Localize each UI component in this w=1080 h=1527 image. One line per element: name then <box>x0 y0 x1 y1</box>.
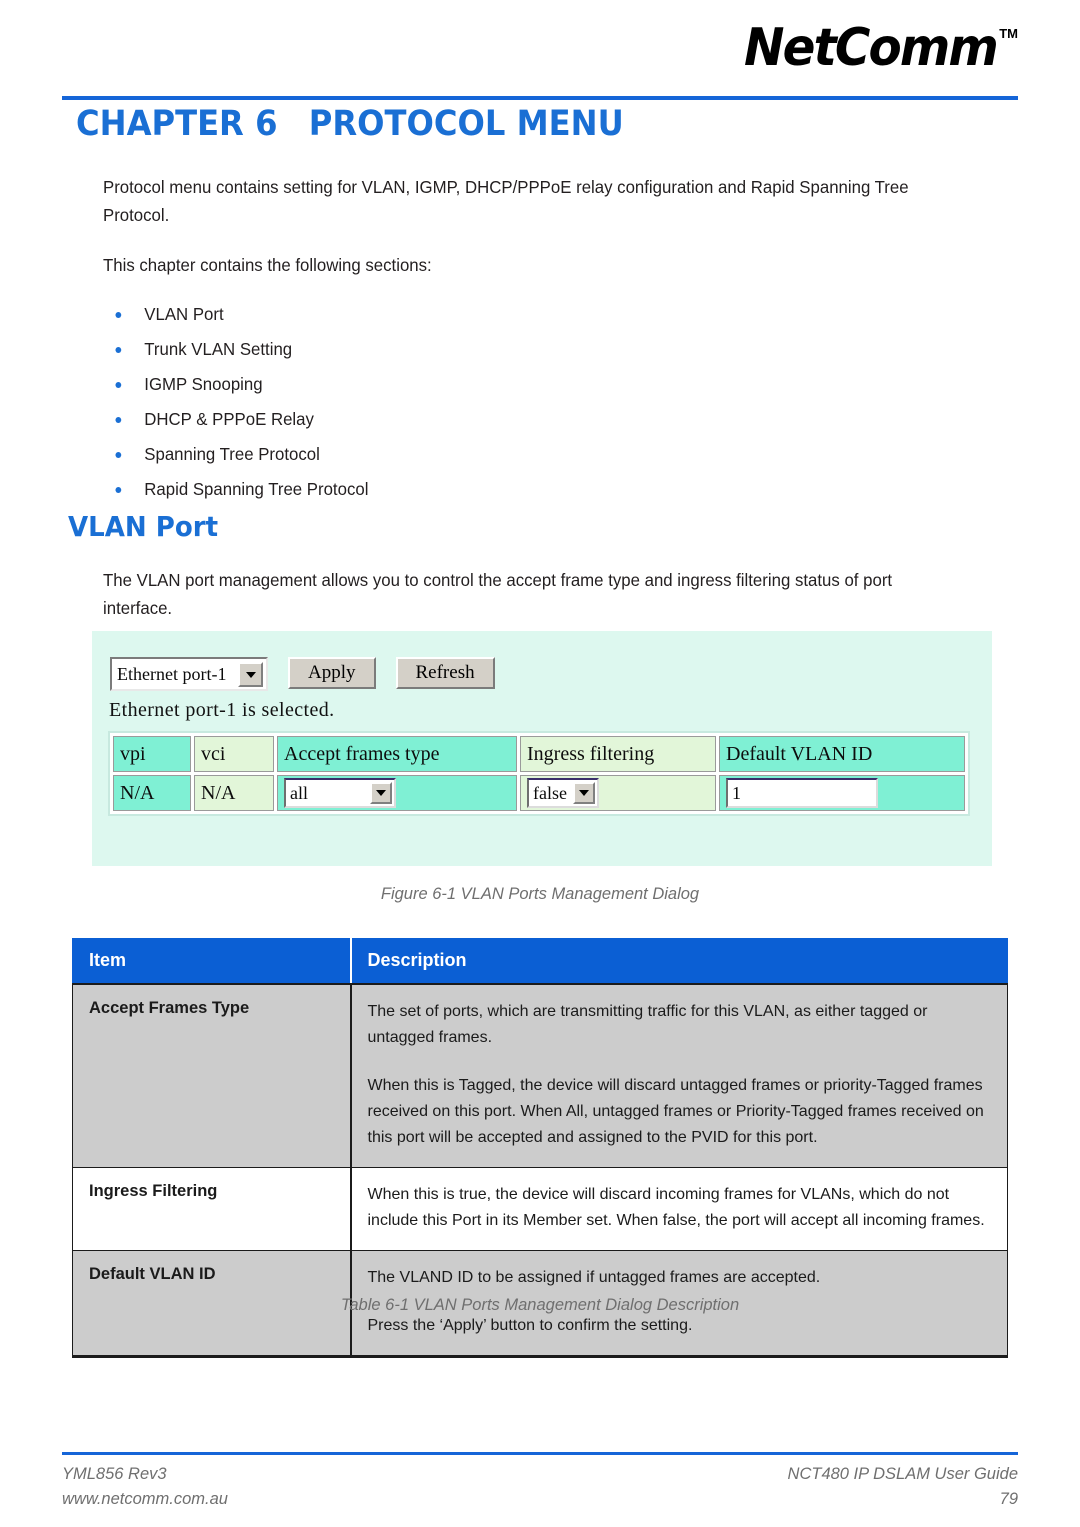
bullet-icon <box>115 452 122 458</box>
list-item: VLAN Port <box>103 297 957 332</box>
accept-frames-type-value: all <box>290 782 308 803</box>
cell-accept-frames-type: all <box>277 775 517 811</box>
column-header-description: Description <box>350 938 1008 985</box>
column-header-vci: vci <box>194 736 274 772</box>
list-item: Rapid Spanning Tree Protocol <box>103 472 957 507</box>
table-caption: Table 6-1 VLAN Ports Management Dialog D… <box>340 1296 740 1314</box>
list-item: Spanning Tree Protocol <box>103 437 957 472</box>
intro-paragraph-2: This chapter contains the following sect… <box>103 255 432 275</box>
description-paragraph: When this is Tagged, the device will dis… <box>367 1077 984 1146</box>
column-header-item: Item <box>72 938 352 985</box>
column-header-ingress-filtering: Ingress filtering <box>520 736 716 772</box>
chevron-down-icon[interactable] <box>572 782 595 804</box>
ingress-filtering-dropdown[interactable]: false <box>527 778 599 808</box>
chevron-down-icon[interactable] <box>370 782 392 804</box>
ingress-filtering-value: false <box>533 782 567 803</box>
item-label: Ingress Filtering <box>72 1167 352 1251</box>
bullet-icon <box>115 417 122 423</box>
list-item-label: VLAN Port <box>144 304 224 324</box>
item-description: When this is true, the device will disca… <box>350 1167 1008 1251</box>
intro-body: Protocol menu contains setting for VLAN,… <box>103 173 993 507</box>
list-item: Trunk VLAN Setting <box>103 332 957 367</box>
logo-wordmark: NetComm <box>744 18 999 78</box>
header-divider-rule <box>62 96 1018 100</box>
column-header-accept-frames-type: Accept frames type <box>277 736 517 772</box>
trademark-symbol: TM <box>999 26 1018 41</box>
description-paragraph: The set of ports, which are transmitting… <box>367 1003 928 1046</box>
page-header: NetComm TM <box>0 0 1080 108</box>
selection-status-text: Ethernet port-1 is selected. <box>109 699 335 721</box>
list-item-label: Spanning Tree Protocol <box>144 444 320 464</box>
table-row: Ingress Filtering When this is true, the… <box>72 1167 1008 1251</box>
description-paragraph: Press the ‘Apply’ button to confirm the … <box>367 1317 693 1334</box>
column-header-vpi: vpi <box>113 736 191 772</box>
website-url[interactable]: www.netcomm.com.au <box>62 1487 228 1512</box>
item-description: The set of ports, which are transmitting… <box>350 983 1008 1168</box>
chapter-title-text: PROTOCOL MENU <box>308 104 624 144</box>
chevron-down-icon[interactable] <box>238 662 263 687</box>
bullet-icon <box>115 382 122 388</box>
cell-ingress-filtering: false <box>520 775 716 811</box>
list-item-label: IGMP Snooping <box>144 374 263 394</box>
vlan-ports-management-dialog: Ethernet port-1 Apply Refresh Ethernet p… <box>92 631 992 866</box>
dialog-toolbar: Ethernet port-1 Apply Refresh <box>110 657 495 691</box>
list-item-label: Rapid Spanning Tree Protocol <box>144 479 369 499</box>
vlan-port-settings-table: vpi vci Accept frames type Ingress filte… <box>108 731 970 816</box>
apply-button[interactable]: Apply <box>288 657 376 689</box>
bullet-icon <box>115 312 122 318</box>
default-vlan-id-input[interactable]: 1 <box>726 778 878 808</box>
port-select-dropdown[interactable]: Ethernet port-1 <box>110 657 268 691</box>
list-item: IGMP Snooping <box>103 367 957 402</box>
section-list: VLAN Port Trunk VLAN Setting IGMP Snoopi… <box>103 297 993 507</box>
table-row: Accept Frames Type The set of ports, whi… <box>72 983 1008 1168</box>
document-reference: YML856 Rev3 <box>62 1465 167 1483</box>
list-item-label: DHCP & PPPoE Relay <box>144 409 314 429</box>
page-title: CHAPTER 6 PROTOCOL MENU <box>76 104 624 144</box>
cell-vci-value: N/A <box>194 775 274 811</box>
item-label: Accept Frames Type <box>72 983 352 1168</box>
description-paragraph: The VLAND ID to be assigned if untagged … <box>367 1269 821 1286</box>
refresh-button[interactable]: Refresh <box>395 657 495 689</box>
netcomm-logo: NetComm TM <box>725 22 1018 74</box>
bullet-icon <box>115 487 122 493</box>
dialog-description-table: Item Description Accept Frames Type The … <box>72 938 1008 1358</box>
intro-paragraph-1: Protocol menu contains setting for VLAN,… <box>103 177 909 225</box>
chapter-number: CHAPTER 6 <box>76 104 278 144</box>
footer-divider-rule <box>62 1452 1018 1455</box>
description-paragraph: When this is true, the device will disca… <box>367 1186 985 1229</box>
section-paragraph-vlan-port: The VLAN port management allows you to c… <box>103 570 893 618</box>
figure-caption: Figure 6-1 VLAN Ports Management Dialog <box>380 885 700 903</box>
page-number: 79 <box>999 1490 1018 1508</box>
footer-right: NCT480 IP DSLAM User Guide 79 <box>788 1462 1018 1512</box>
table-header-row: vpi vci Accept frames type Ingress filte… <box>113 736 965 772</box>
cell-default-vlan-id: 1 <box>719 775 965 811</box>
bullet-icon <box>115 347 122 353</box>
section-heading-vlan-port: VLAN Port <box>68 510 219 543</box>
table-row: N/A N/A all false 1 <box>113 775 965 811</box>
port-select-value: Ethernet port-1 <box>117 663 227 684</box>
accept-frames-type-dropdown[interactable]: all <box>284 778 396 808</box>
list-item-label: Trunk VLAN Setting <box>144 339 293 359</box>
guide-title: NCT480 IP DSLAM User Guide <box>787 1465 1018 1483</box>
table-header-row: Item Description <box>72 938 1008 985</box>
column-header-default-vlan-id: Default VLAN ID <box>719 736 965 772</box>
list-item: DHCP & PPPoE Relay <box>103 402 957 437</box>
cell-vpi-value: N/A <box>113 775 191 811</box>
footer-left: YML856 Rev3 www.netcomm.com.au <box>62 1462 228 1512</box>
